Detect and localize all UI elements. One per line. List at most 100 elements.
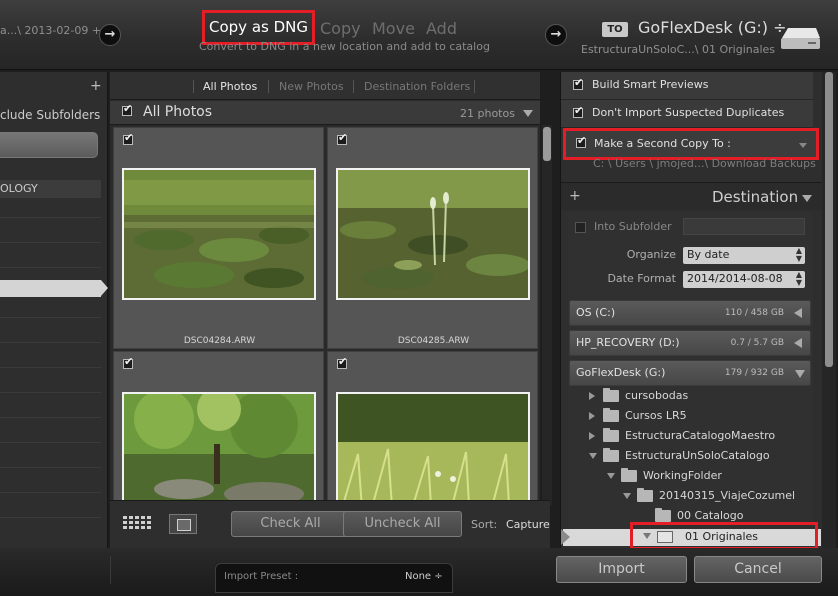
volume-size: 0.7 / 5.7 GB — [730, 338, 784, 348]
photo-filename: DSC04285.ARW — [397, 336, 470, 346]
photo-checkbox[interactable] — [337, 131, 347, 145]
photo-grid-area: All Photos New Photos Destination Folder… — [110, 72, 552, 573]
disclosure-icon[interactable] — [589, 412, 595, 420]
view-tabs: All Photos New Photos Destination Folder… — [110, 72, 540, 100]
import-preset-select[interactable]: None ÷ — [405, 571, 443, 582]
destination-arrow-icon[interactable]: → — [545, 24, 567, 46]
divider — [353, 80, 354, 93]
import-preset-label: Import Preset : — [224, 571, 299, 582]
scroll-thumb[interactable] — [825, 72, 833, 367]
date-format-select[interactable]: 2014/2014-08-08 ▲ ▼ — [683, 271, 805, 288]
divider — [268, 80, 269, 93]
uncheck-all-button[interactable]: Uncheck All — [343, 511, 462, 537]
into-subfolder-checkbox[interactable] — [575, 222, 586, 233]
second-copy-row[interactable]: Make a Second Copy To : — [563, 128, 819, 160]
dont-import-duplicates-row[interactable]: Don't Import Suspected Duplicates — [561, 100, 813, 128]
disclosure-icon[interactable] — [623, 493, 631, 499]
photo-cell[interactable]: DSC04285.ARW — [327, 127, 538, 349]
include-subfolders-label[interactable]: clude Subfolders — [0, 108, 100, 122]
photo-checkbox[interactable] — [123, 355, 133, 369]
disclosure-icon[interactable] — [589, 392, 595, 400]
sort-select[interactable]: Capture Time — [506, 518, 550, 531]
mode-copy[interactable]: Copy — [320, 19, 361, 38]
photo-count: 21 photos — [460, 107, 515, 120]
divider — [474, 80, 475, 93]
tab-all-photos[interactable]: All Photos — [203, 80, 257, 93]
folder-name: WorkingFolder — [643, 469, 722, 482]
spinner-icon: ▲ ▼ — [795, 270, 802, 287]
sort-label: Sort: — [471, 518, 498, 531]
hard-drive-icon — [781, 28, 820, 49]
collapse-icon[interactable] — [523, 110, 533, 117]
pond-photo-2 — [338, 170, 528, 298]
source-arrow-icon[interactable]: → — [99, 24, 121, 46]
selection-highlight — [630, 522, 818, 550]
folder-icon — [603, 448, 619, 462]
folder-icon — [637, 488, 653, 502]
photo-checkbox[interactable] — [337, 355, 347, 369]
photo-thumbnail[interactable] — [336, 168, 530, 300]
select-all-checkbox[interactable] — [122, 102, 132, 116]
divider — [0, 242, 101, 243]
folder-name: EstructuraUnSoloCatalogo — [625, 449, 770, 462]
add-icon[interactable]: + — [90, 78, 102, 94]
collapse-icon[interactable] — [802, 195, 812, 202]
volume-os-c[interactable]: OS (C:) 110 / 458 GB — [569, 300, 811, 326]
tab-new-photos[interactable]: New Photos — [279, 80, 344, 93]
expand-icon[interactable] — [794, 308, 802, 318]
divider — [0, 217, 101, 218]
folder-icon — [621, 468, 637, 482]
disclosure-icon[interactable] — [607, 473, 615, 479]
destination-header[interactable]: + Destination — [561, 182, 823, 210]
loupe-view-icon[interactable] — [169, 514, 197, 534]
add-folder-icon[interactable]: + — [569, 188, 581, 204]
mode-move[interactable]: Move — [372, 19, 415, 38]
folder-icon — [603, 428, 619, 442]
second-copy-checkbox[interactable] — [576, 134, 586, 148]
grid-view-icon[interactable] — [123, 516, 153, 533]
destination-drive[interactable]: GoFlexDesk (G:) ÷ — [638, 18, 786, 37]
folder-name: 20140315_ViajeCozumel — [659, 489, 796, 502]
second-copy-label: Make a Second Copy To : — [594, 137, 731, 150]
source-name[interactable]: a...\ 2013-02-09 + — [0, 24, 101, 37]
import-button[interactable]: Import — [556, 556, 687, 583]
divider — [0, 317, 101, 318]
organize-value: By date — [687, 248, 730, 261]
build-smart-previews-row[interactable]: Build Smart Previews — [561, 72, 813, 100]
photo-checkbox[interactable] — [123, 131, 133, 145]
photo-cell[interactable]: DSC04284.ARW — [113, 127, 324, 349]
source-button[interactable] — [0, 132, 98, 158]
second-copy-path: C: \ Users \ jmojed...\ Download Backups — [593, 157, 816, 170]
photo-filename: DSC04284.ARW — [183, 336, 256, 346]
into-subfolder-label: Into Subfolder — [594, 220, 672, 233]
to-badge: TO — [602, 22, 628, 37]
date-format-value: 2014/2014-08-08 — [687, 272, 783, 285]
dropdown-caret-icon[interactable] — [799, 143, 807, 148]
mode-subtitle: Convert to DNG in a new location and add… — [199, 40, 490, 53]
expand-icon[interactable] — [794, 338, 802, 348]
photo-thumbnail[interactable] — [122, 168, 316, 300]
options-scrollbar[interactable] — [822, 72, 836, 548]
disclosure-icon[interactable] — [589, 453, 597, 459]
volume-hp-recovery[interactable]: HP_RECOVERY (D:) 0.7 / 5.7 GB — [569, 330, 811, 356]
subfolder-name-input[interactable] — [683, 218, 805, 235]
catalog-section-label: OLOGY — [0, 180, 101, 198]
scroll-thumb[interactable] — [543, 127, 551, 161]
tab-destination-folders[interactable]: Destination Folders — [364, 80, 470, 93]
divider — [110, 556, 111, 584]
disclosure-icon[interactable] — [589, 432, 595, 440]
grid-toolbar: Check All Uncheck All Sort: Capture Time — [110, 500, 550, 548]
grid-header: All Photos 21 photos — [110, 101, 540, 125]
volume-goflexdesk[interactable]: GoFlexDesk (G:) 179 / 932 GB — [569, 360, 811, 386]
organize-select[interactable]: By date ▲ ▼ — [683, 247, 805, 264]
divider — [0, 367, 101, 368]
check-all-button[interactable]: Check All — [231, 511, 350, 537]
dont-import-duplicates-checkbox[interactable] — [573, 104, 583, 118]
cancel-button[interactable]: Cancel — [694, 556, 822, 583]
volume-name: OS (C:) — [576, 306, 616, 319]
selected-source-folder[interactable] — [0, 280, 101, 297]
mode-add[interactable]: Add — [426, 19, 457, 38]
collapse-icon[interactable] — [795, 370, 805, 378]
build-smart-previews-checkbox[interactable] — [573, 76, 583, 90]
grid-scrollbar[interactable] — [542, 125, 552, 505]
